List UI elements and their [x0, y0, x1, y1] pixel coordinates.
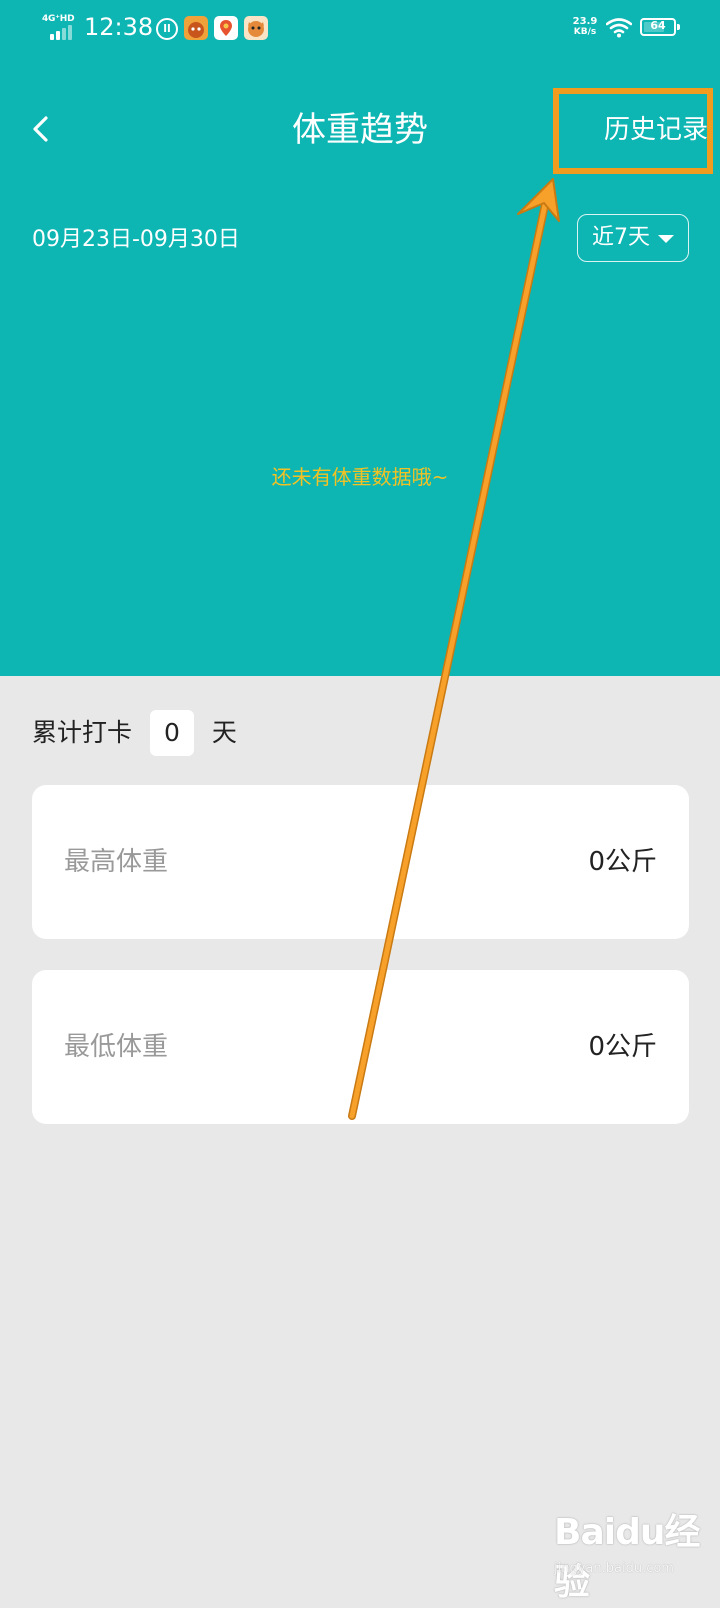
network-type: 4G⁺HD	[42, 14, 75, 24]
signal-icon: 4G⁺HD	[42, 14, 76, 40]
checkin-summary: 累计打卡 0 天	[32, 710, 237, 756]
network-speed-unit: KB/s	[573, 27, 597, 37]
checkin-prefix: 累计打卡	[32, 718, 133, 747]
date-range-label: 09月23日-09月30日	[32, 227, 240, 252]
network-speed: 23.9 KB/s	[571, 16, 599, 38]
wifi-icon	[605, 18, 633, 38]
min-weight-card: 最低体重 0公斤	[32, 970, 689, 1124]
watermark-url: jingyan.baidu.com	[554, 1561, 674, 1576]
history-records-button[interactable]: 历史记录	[556, 90, 712, 170]
baidu-watermark: Baidu经验 jingyan.baidu.com	[550, 1508, 710, 1603]
max-weight-value: 0公斤	[588, 847, 657, 877]
map-pin-app-icon	[214, 16, 238, 40]
status-bar: 4G⁺HD 12:38 ll 23.9 KB/s 64	[0, 0, 720, 56]
cat-app-icon	[244, 16, 268, 40]
min-weight-value: 0公斤	[588, 1032, 657, 1062]
checkin-suffix: 天	[211, 718, 237, 747]
watermark-brand: Baidu经验	[554, 1512, 700, 1603]
cartoon-app-icon	[184, 16, 208, 40]
min-weight-label: 最低体重	[64, 1032, 169, 1062]
period-dropdown-value: 近7天	[592, 225, 650, 250]
network-speed-value: 23.9	[572, 16, 598, 27]
checkin-count: 0	[149, 710, 194, 756]
ll-icon: ll	[156, 18, 178, 40]
period-dropdown[interactable]: 近7天	[577, 214, 689, 262]
empty-chart-message: 还未有体重数据哦~	[271, 465, 449, 489]
max-weight-label: 最高体重	[64, 847, 169, 877]
max-weight-card: 最高体重 0公斤	[32, 785, 689, 939]
battery-icon: 64	[640, 18, 680, 36]
caret-down-icon	[658, 235, 674, 243]
status-time: 12:38	[84, 13, 154, 41]
battery-level: 64	[650, 19, 666, 32]
